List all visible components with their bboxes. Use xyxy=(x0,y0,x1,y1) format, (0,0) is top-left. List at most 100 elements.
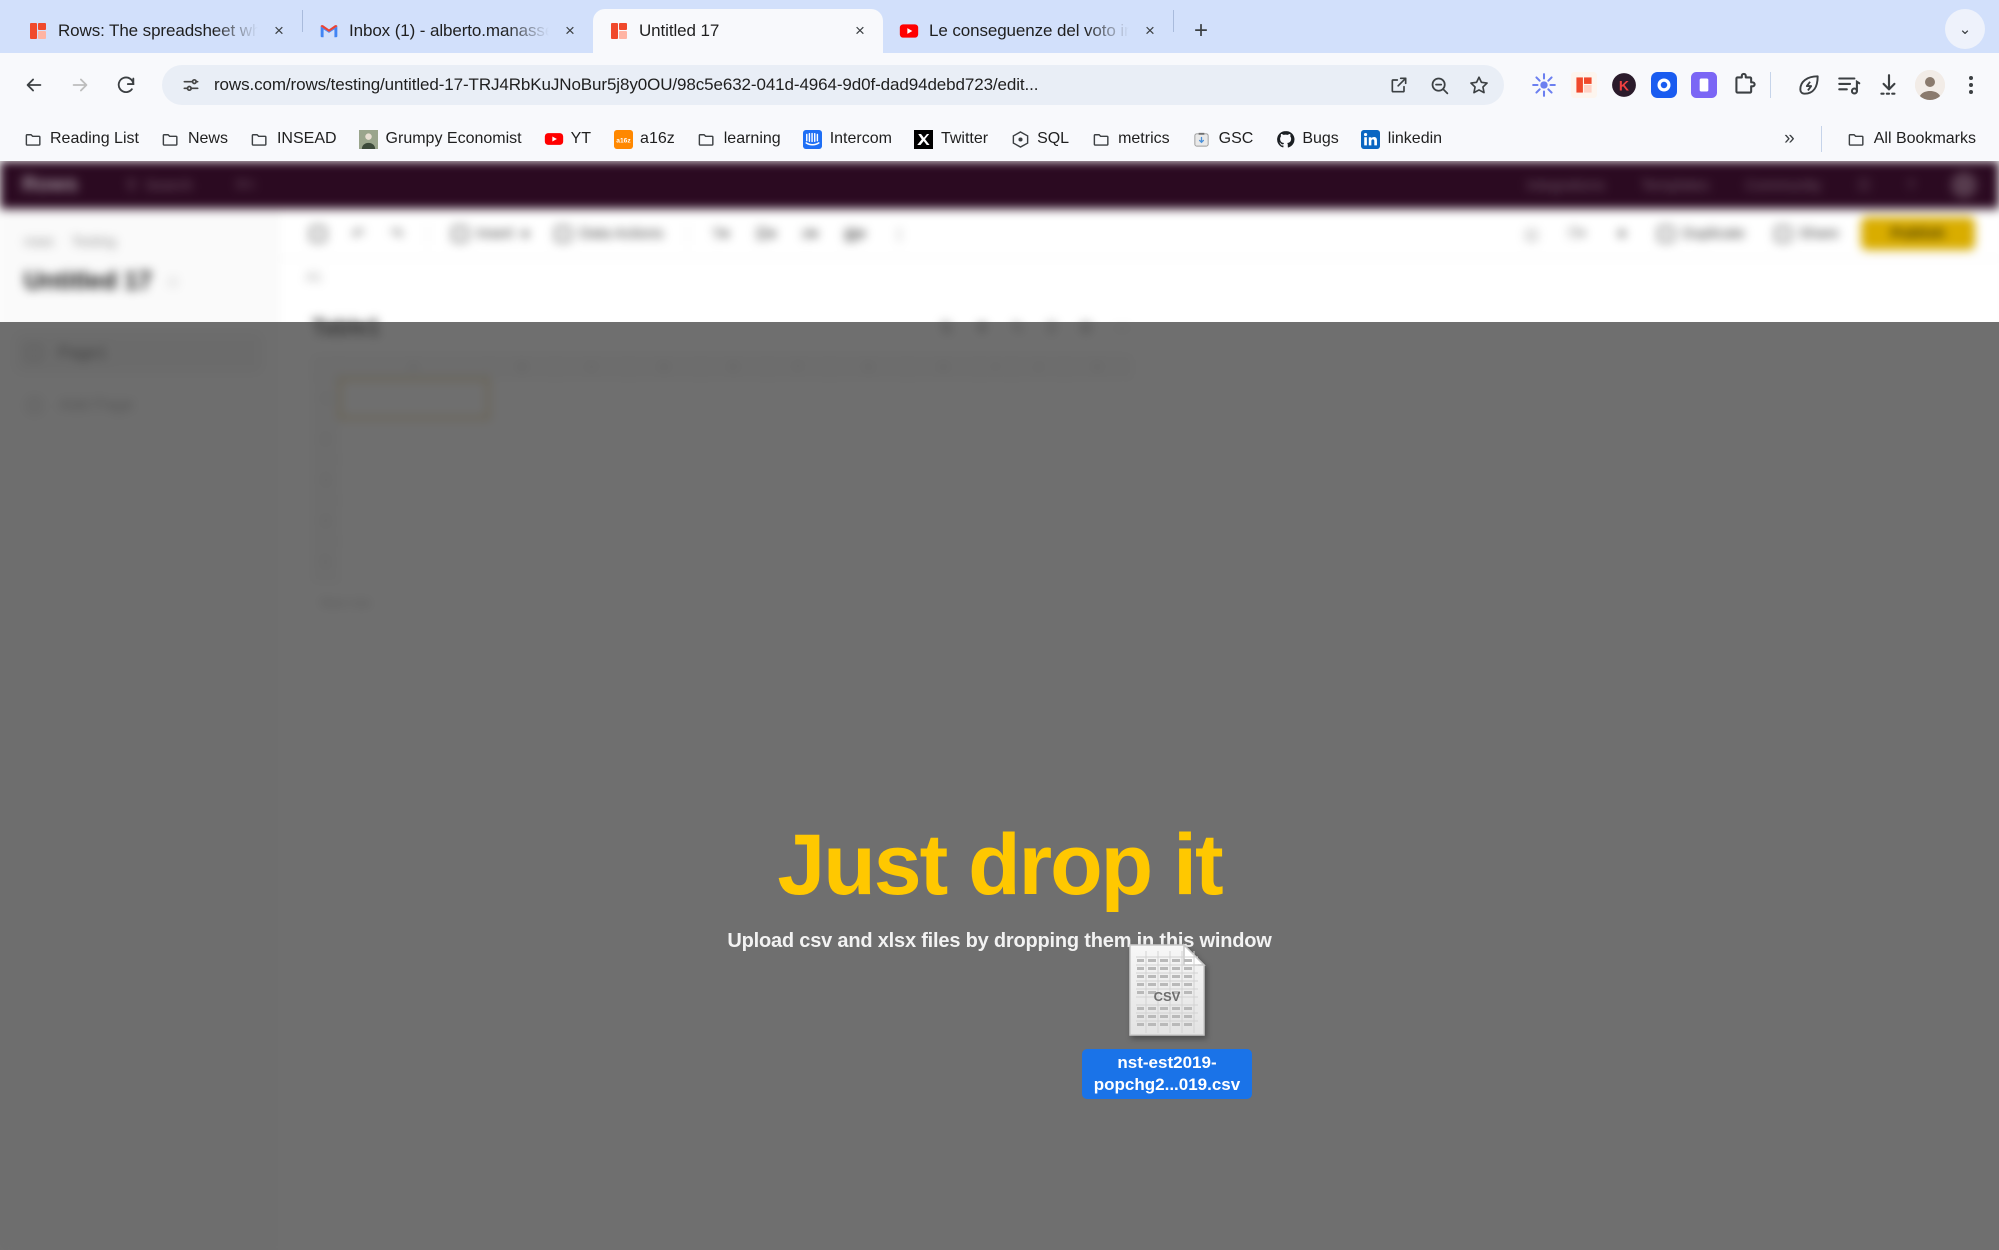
bookmark-label: News xyxy=(187,130,228,147)
rows-extension-icon[interactable] xyxy=(1570,71,1598,99)
nav-community[interactable]: Community xyxy=(1745,177,1821,194)
app-logo[interactable]: Rows xyxy=(22,173,78,197)
browser-tab-1[interactable]: Rows: The spreadsheet where × xyxy=(12,9,302,53)
chrome-menu-icon[interactable] xyxy=(1957,71,1985,99)
bookmark-label: YT xyxy=(570,130,592,147)
bookmark-linkedin[interactable]: linkedin xyxy=(1352,124,1451,154)
leaf-performance-icon[interactable] xyxy=(1795,71,1823,99)
site-settings-icon[interactable] xyxy=(178,72,204,98)
toolbar-divider xyxy=(1770,72,1771,98)
align-icon[interactable]: ☰▾ xyxy=(747,219,784,249)
bookmarks-overflow-button[interactable]: » xyxy=(1774,124,1805,154)
insert-button[interactable]: Insert ▾ xyxy=(444,219,537,249)
browser-tab-2[interactable]: Inbox (1) - alberto.manassero × xyxy=(303,9,593,53)
browser-tab-3-active[interactable]: Untitled 17 × xyxy=(593,9,883,53)
browser-tab-4[interactable]: Le conseguenze del voto in Fr × xyxy=(883,9,1173,53)
grid-apps-icon[interactable]: ☷ xyxy=(1857,176,1870,194)
publish-button[interactable]: Publish xyxy=(1860,217,1975,250)
number-format-icon[interactable]: #▾ xyxy=(794,219,826,249)
download-icon[interactable] xyxy=(1875,71,1903,99)
folder-icon xyxy=(161,129,181,149)
puzzle-piece-icon[interactable] xyxy=(1730,71,1758,99)
csv-file-icon: CSV xyxy=(1126,941,1208,1039)
bookmark-insead[interactable]: INSEAD xyxy=(241,124,346,154)
open-in-new-icon[interactable] xyxy=(1386,72,1412,98)
text-format-icon[interactable]: T▾ xyxy=(704,219,737,249)
linkedin-icon xyxy=(1361,129,1381,149)
k-extension-icon[interactable]: K xyxy=(1610,71,1638,99)
nav-integrations[interactable]: Integrations xyxy=(1527,177,1605,194)
bookmark-news[interactable]: News xyxy=(152,124,237,154)
tab-close-button[interactable]: × xyxy=(1139,20,1161,42)
new-tab-button[interactable]: + xyxy=(1184,14,1218,48)
table-icon[interactable] xyxy=(302,220,334,248)
help-icon[interactable]: ? xyxy=(1907,177,1915,194)
loom-extension-icon[interactable] xyxy=(1650,71,1678,99)
tab-close-button[interactable]: × xyxy=(559,20,581,42)
bookmark-a16z[interactable]: a16z a16z xyxy=(604,124,684,154)
bookmark-sql[interactable]: SQL xyxy=(1001,124,1078,154)
bookmark-label: GSC xyxy=(1218,130,1254,147)
file-drop-overlay: Just drop it Upload csv and xlsx files b… xyxy=(0,322,1999,1250)
undo-icon[interactable]: ↶ xyxy=(344,219,373,249)
tab-separator xyxy=(1173,10,1174,32)
forward-button[interactable] xyxy=(60,65,100,105)
bookmark-label: a16z xyxy=(640,130,675,147)
duplicate-button[interactable]: Duplicate xyxy=(1650,219,1753,248)
data-actions-button[interactable]: Data Actions xyxy=(547,219,671,248)
d-extension-icon[interactable] xyxy=(1690,71,1718,99)
app-top-navigation: Rows ⚲ Search ⌘K Integrations Templates … xyxy=(0,161,1999,209)
breadcrumb-item-testing[interactable]: Testing xyxy=(72,233,116,249)
address-bar[interactable]: rows.com/rows/testing/untitled-17-TRJ4Rb… xyxy=(162,65,1504,105)
redo-icon[interactable]: ↷ xyxy=(383,219,412,249)
csv-file-type-label: CSV xyxy=(1154,989,1181,1004)
tab-title: Untitled 17 xyxy=(639,21,720,40)
media-playlist-icon[interactable] xyxy=(1835,71,1863,99)
sql-icon xyxy=(1010,129,1030,149)
breadcrumb-item-rows[interactable]: rows xyxy=(24,233,54,249)
bookmark-label: Twitter xyxy=(940,130,989,147)
history-icon[interactable]: ⏱▾ xyxy=(1560,219,1594,248)
chevron-down-icon: ▾ xyxy=(521,225,530,243)
star-icon[interactable] xyxy=(1466,72,1492,98)
bookmark-label: Grumpy Economist xyxy=(385,130,522,147)
bookmark-bugs[interactable]: Bugs xyxy=(1266,124,1347,154)
all-bookmarks-button[interactable]: All Bookmarks xyxy=(1838,124,1985,154)
rows-icon xyxy=(609,21,629,41)
bookmark-gsc[interactable]: GSC xyxy=(1183,124,1263,154)
magic-icon[interactable]: ✦ xyxy=(1608,219,1637,249)
more-icon[interactable]: ⋮ xyxy=(884,219,915,249)
rows-app-viewport: Rows ⚲ Search ⌘K Integrations Templates … xyxy=(0,161,1999,1250)
puzzle-star-extension-icon[interactable] xyxy=(1530,71,1558,99)
duplicate-label: Duplicate xyxy=(1682,225,1745,242)
comment-icon[interactable]: ◻ xyxy=(1517,219,1545,249)
search-placeholder: Search xyxy=(145,176,193,194)
intercom-icon xyxy=(803,129,823,149)
user-avatar[interactable] xyxy=(1951,172,1977,198)
fill-color-icon[interactable]: ▧▾ xyxy=(836,219,874,249)
app-search-input[interactable]: ⚲ Search ⌘K xyxy=(126,176,256,195)
bookmark-learning[interactable]: learning xyxy=(688,124,790,154)
cell-reference-box[interactable]: A1 xyxy=(278,259,1999,293)
drop-overlay-title: Just drop it xyxy=(777,817,1223,913)
zoom-out-icon[interactable] xyxy=(1426,72,1452,98)
back-button[interactable] xyxy=(14,65,54,105)
tab-search-chevron-icon[interactable]: ⌄ xyxy=(1945,9,1985,49)
bookmark-grumpy-economist[interactable]: Grumpy Economist xyxy=(350,124,531,154)
document-title: Untitled 17 ☆ xyxy=(14,249,263,296)
document-title-text: Untitled 17 xyxy=(24,267,152,295)
favorite-star-icon[interactable]: ☆ xyxy=(166,272,180,292)
profile-avatar[interactable] xyxy=(1915,70,1945,100)
share-button[interactable]: Share xyxy=(1767,219,1847,248)
nav-templates[interactable]: Templates xyxy=(1641,177,1709,194)
bookmark-yt[interactable]: YT xyxy=(535,124,600,154)
share-label: Share xyxy=(1798,225,1839,242)
bookmark-intercom[interactable]: Intercom xyxy=(794,124,901,154)
tab-close-button[interactable]: × xyxy=(268,20,290,42)
tab-close-button[interactable]: × xyxy=(849,20,871,42)
reload-button[interactable] xyxy=(106,65,146,105)
svg-text:K: K xyxy=(1619,77,1630,93)
bookmark-reading-list[interactable]: Reading List xyxy=(14,124,148,154)
bookmark-twitter[interactable]: Twitter xyxy=(905,124,997,154)
bookmark-metrics[interactable]: metrics xyxy=(1082,124,1179,154)
